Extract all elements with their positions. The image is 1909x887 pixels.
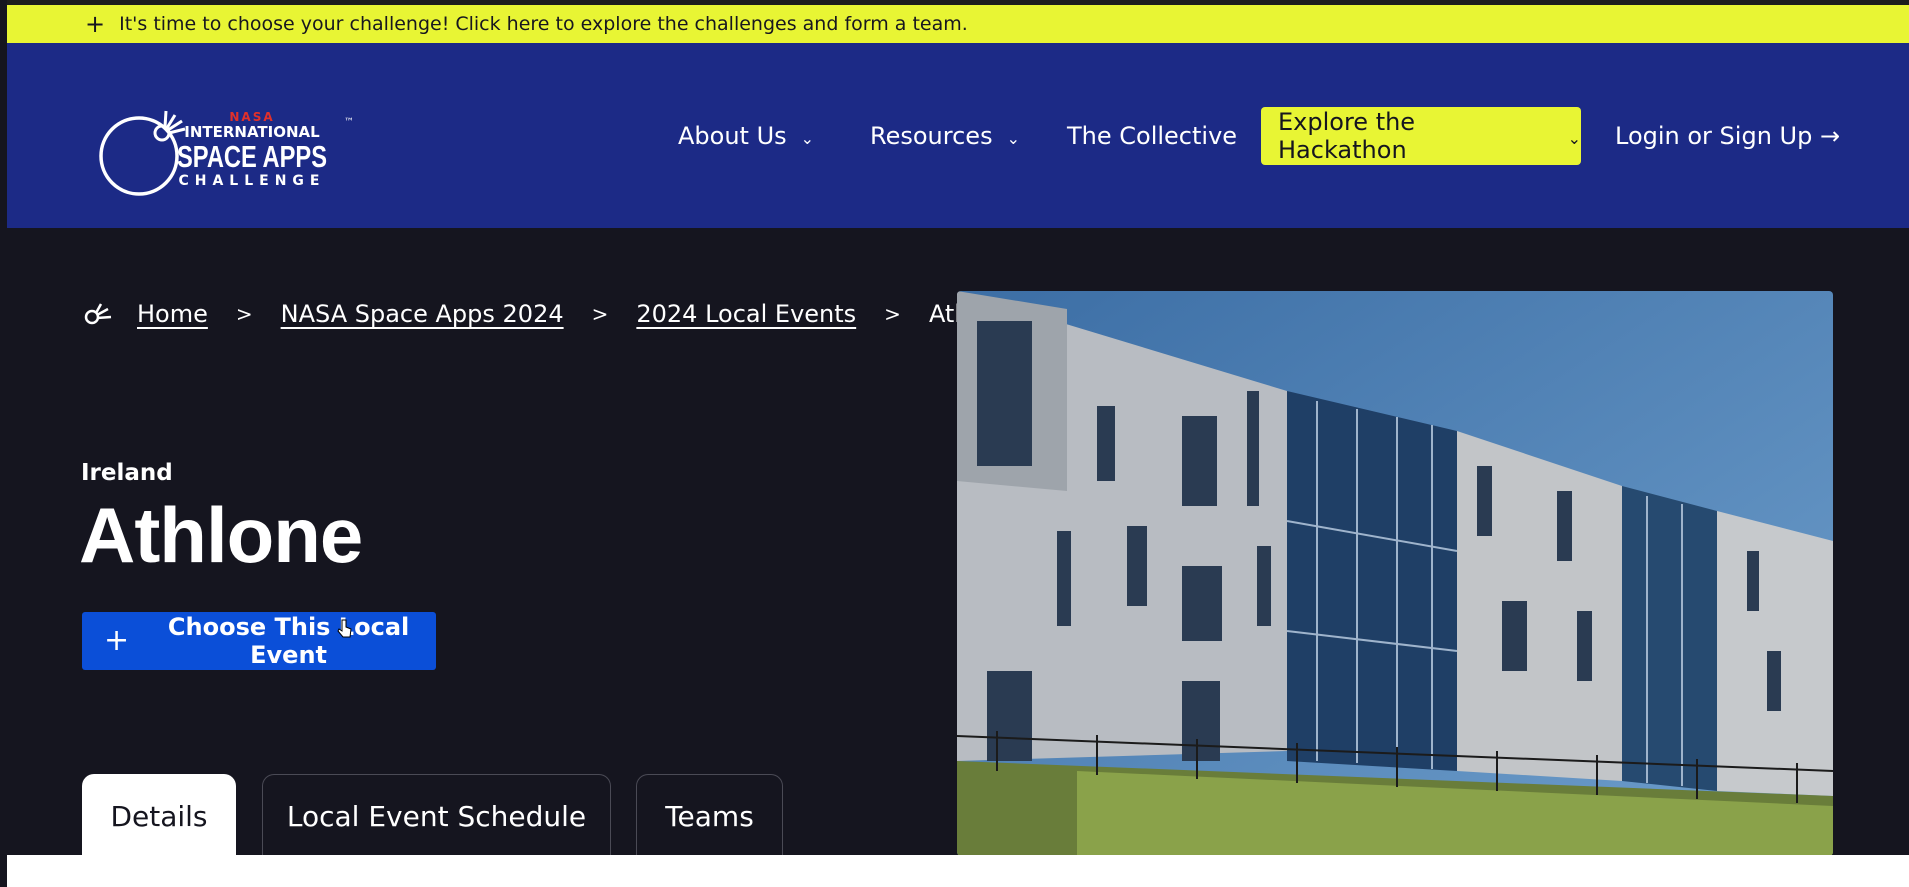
breadcrumb-separator: > xyxy=(235,302,253,326)
announcement-banner[interactable]: + It's time to choose your challenge! Cl… xyxy=(7,5,1909,43)
window-left-border xyxy=(0,0,7,887)
chevron-down-icon: ⌄ xyxy=(1567,128,1581,148)
tab-teams[interactable]: Teams xyxy=(636,774,783,858)
tab-details[interactable]: Details xyxy=(82,774,236,858)
chevron-down-icon: ⌄ xyxy=(800,128,815,148)
event-country: Ireland xyxy=(81,460,173,486)
breadcrumb-separator: > xyxy=(591,302,609,326)
choose-local-event-label: Choose This Local Event xyxy=(167,613,410,669)
breadcrumb-local-events[interactable]: 2024 Local Events xyxy=(636,300,856,328)
venue-building-photo xyxy=(957,291,1833,856)
breadcrumb-separator: > xyxy=(884,302,901,326)
content-area-top xyxy=(7,855,1909,887)
logo-nasa-text: NASA xyxy=(229,110,274,124)
plus-icon: + xyxy=(85,10,106,38)
space-apps-logo[interactable]: NASA INTERNATIONAL SPACE APPS CHALLENGE … xyxy=(92,83,372,228)
nav-resources[interactable]: Resources ⌄ xyxy=(870,107,1020,165)
tab-teams-label: Teams xyxy=(665,800,754,833)
breadcrumb-home[interactable]: Home xyxy=(137,300,208,328)
tab-local-event-schedule[interactable]: Local Event Schedule xyxy=(262,774,611,858)
logo-challenge-text: CHALLENGE xyxy=(178,173,325,189)
plus-icon: + xyxy=(104,623,130,658)
page-title: Athlone xyxy=(79,491,363,579)
nav-collective-label: The Collective xyxy=(1067,122,1238,150)
tab-details-label: Details xyxy=(110,800,208,833)
breadcrumb-spaceapps-2024[interactable]: NASA Space Apps 2024 xyxy=(281,300,564,328)
nav-about-us[interactable]: About Us ⌄ xyxy=(678,107,814,165)
nav-the-collective[interactable]: The Collective xyxy=(1067,107,1237,165)
choose-local-event-button[interactable]: + Choose This Local Event xyxy=(82,612,436,670)
explore-hackathon-label: Explore the Hackathon xyxy=(1278,108,1416,164)
event-hero: Home > NASA Space Apps 2024 > 2024 Local… xyxy=(7,228,1909,858)
login-signup-link[interactable]: Login or Sign Up → xyxy=(1615,107,1840,165)
login-signup-label: Login or Sign Up → xyxy=(1615,122,1841,150)
announcement-text: It's time to choose your challenge! Clic… xyxy=(119,13,968,35)
explore-hackathon-button[interactable]: Explore the Hackathon ⌄ xyxy=(1261,107,1581,165)
mouse-pointer-icon xyxy=(337,619,352,638)
logo-spaceapps-text: SPACE APPS xyxy=(177,139,327,174)
chevron-down-icon: ⌄ xyxy=(1006,128,1020,148)
nav-resources-label: Resources xyxy=(870,122,993,150)
site-header: NASA INTERNATIONAL SPACE APPS CHALLENGE … xyxy=(7,43,1909,228)
nav-about-label: About Us xyxy=(678,122,787,150)
space-apps-mark-icon[interactable] xyxy=(83,300,113,328)
breadcrumb: Home > NASA Space Apps 2024 > 2024 Local… xyxy=(83,300,1021,328)
logo-trademark: ™ xyxy=(344,117,354,128)
tab-schedule-label: Local Event Schedule xyxy=(286,800,587,833)
